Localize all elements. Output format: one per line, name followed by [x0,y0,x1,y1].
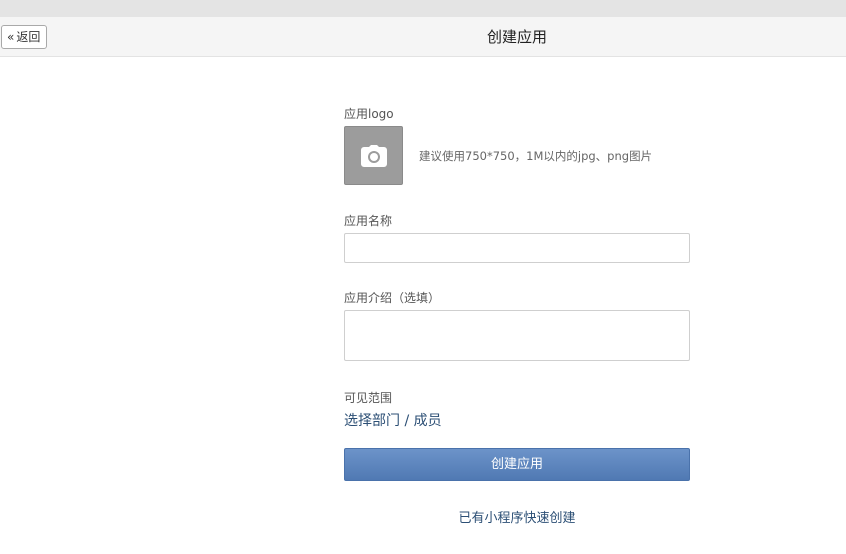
back-button-label: 返回 [16,30,41,44]
logo-hint: 建议使用750*750，1M以内的jpg、png图片 [419,149,653,163]
page-title: 创建应用 [486,28,547,46]
app-intro-input[interactable] [344,310,690,361]
double-chevron-left-icon: « [7,30,15,44]
app-name-input[interactable] [344,233,690,263]
create-app-button[interactable]: 创建应用 [344,448,690,481]
select-members-link[interactable]: 选择部门 / 成员 [344,410,442,430]
back-button[interactable]: « 返回 [1,25,48,49]
quick-create-link[interactable]: 已有小程序快速创建 [344,507,690,526]
camera-icon [361,145,387,167]
app-intro-label: 应用介绍（选填） [344,291,441,305]
visibility-label: 可见范围 [344,391,393,405]
top-bar [0,0,846,17]
app-name-label: 应用名称 [344,214,393,228]
logo-upload[interactable] [344,126,403,185]
header-bar: « 返回 创建应用 [0,17,846,57]
logo-label: 应用logo [344,107,394,121]
